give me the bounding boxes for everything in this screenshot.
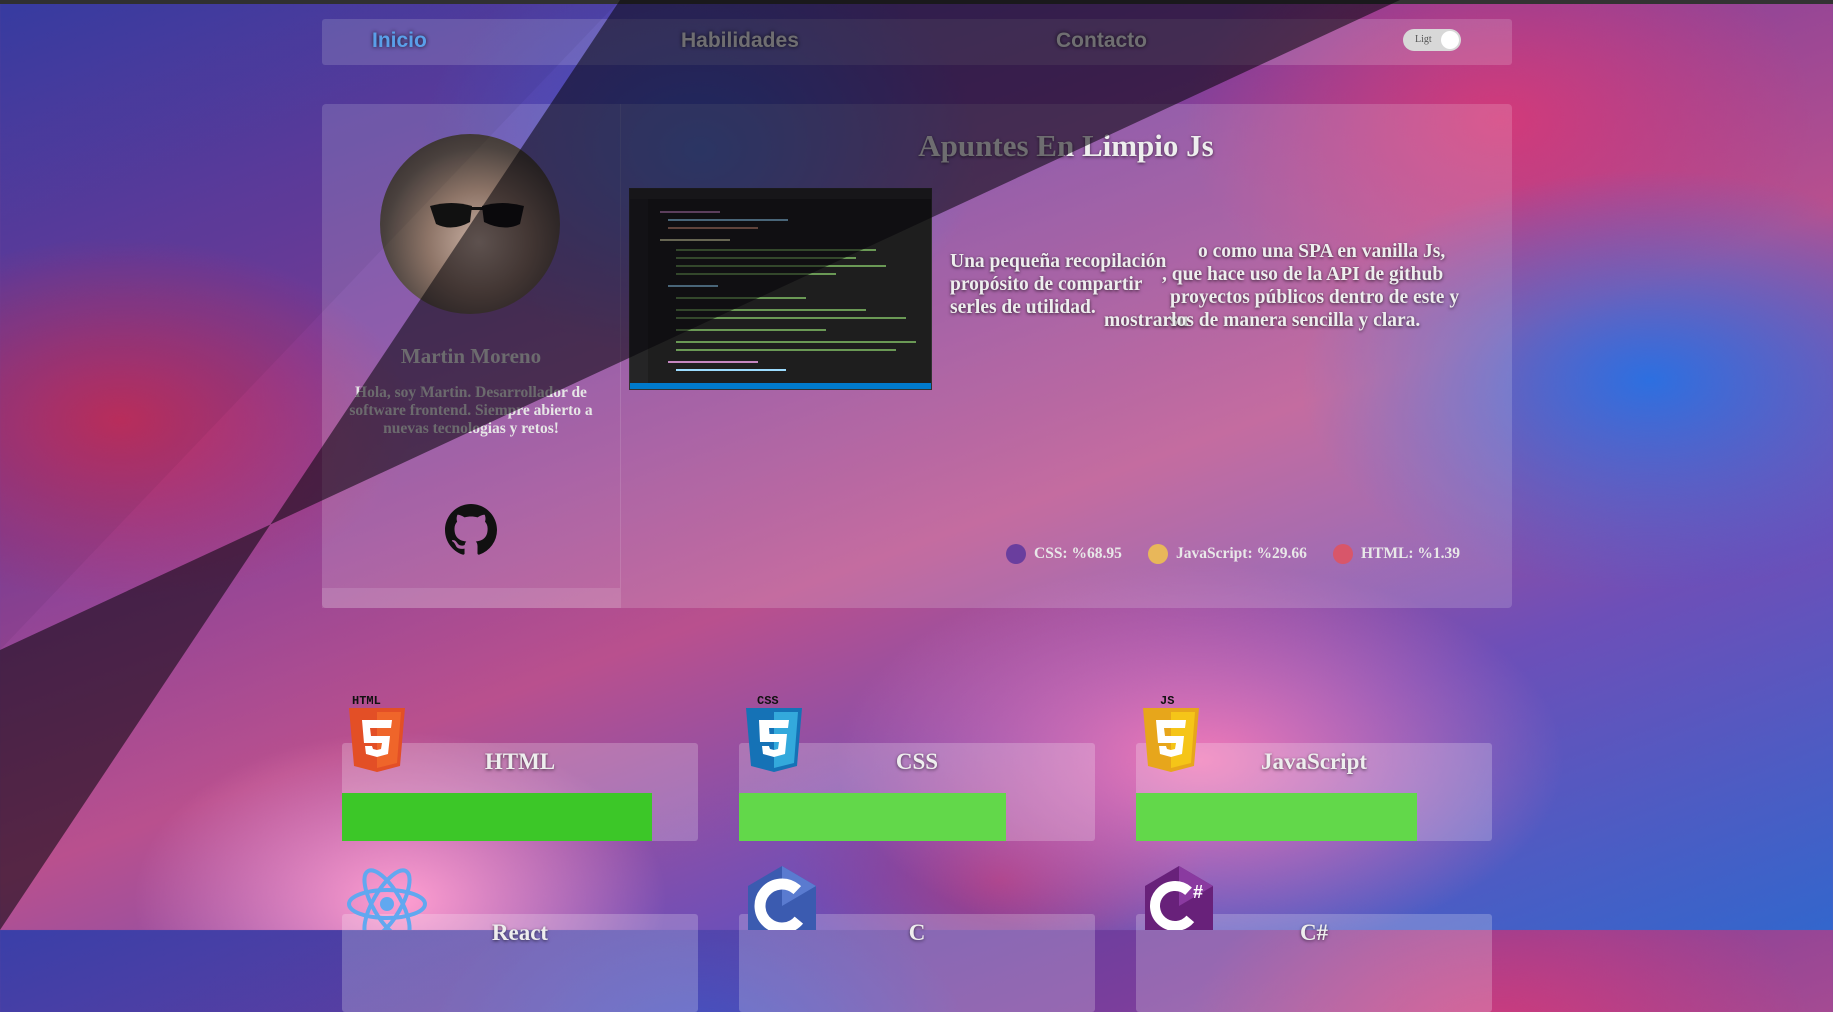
theme-toggle-knob	[1441, 31, 1459, 49]
editor-tab-bar	[630, 189, 931, 199]
language-dot-html	[1333, 544, 1353, 564]
nav-item-inicio[interactable]: Inicio	[372, 29, 427, 53]
code-line	[676, 369, 786, 371]
description-line: , que hace uso de la API de github	[1162, 264, 1444, 285]
language-javascript: JavaScript: %29.66	[1148, 544, 1307, 564]
css3-logo-text: CSS	[757, 694, 779, 708]
code-line	[676, 349, 896, 351]
code-line	[676, 249, 876, 251]
code-line	[676, 329, 826, 331]
language-stats: CSS: %68.95 JavaScript: %29.66 HTML: %1.…	[322, 544, 1512, 568]
project-title[interactable]: Apuntes En Limpio Js	[620, 128, 1512, 164]
svg-text:#: #	[1193, 882, 1203, 902]
html5-logo-text: HTML	[352, 694, 381, 708]
skill-level-bar	[739, 793, 1006, 841]
javascript-icon: JS	[1143, 694, 1199, 772]
code-line	[668, 361, 758, 363]
code-line	[668, 219, 788, 221]
description-line: propósito de compartir	[950, 274, 1143, 295]
html5-icon: HTML	[349, 694, 405, 772]
language-html: HTML: %1.39	[1333, 544, 1460, 564]
nav-item-contacto[interactable]: Contacto	[1056, 29, 1147, 53]
project-card: Martin Moreno Hola, soy Martin. Desarrol…	[322, 104, 1512, 608]
code-line	[668, 227, 758, 229]
project-description: Una pequeña recopilación propósito de co…	[950, 240, 1470, 332]
editor-status-bar	[630, 383, 931, 389]
editor-gutter	[630, 199, 648, 383]
language-label: CSS: %68.95	[1034, 545, 1122, 562]
language-css: CSS: %68.95	[1006, 544, 1122, 564]
theme-toggle-label: Ligt	[1415, 34, 1432, 45]
code-line	[660, 211, 720, 213]
profile-bio: Hola, soy Martin. Desarrollador de softw…	[349, 384, 593, 437]
code-line	[660, 239, 730, 241]
profile-footer-bar	[322, 588, 620, 608]
description-line: mostrarlos de manera sencilla y clara.	[1104, 310, 1421, 331]
code-line	[668, 285, 718, 287]
profile-name: Martin Moreno	[400, 344, 542, 368]
code-line	[676, 341, 916, 343]
csharp-icon: #	[1145, 866, 1213, 930]
code-line	[676, 309, 866, 311]
nav-item-habilidades[interactable]: Habilidades	[681, 29, 799, 53]
project-screenshot[interactable]	[629, 188, 932, 390]
javascript-logo-text: JS	[1160, 694, 1174, 708]
css3-icon: CSS	[746, 694, 802, 772]
avatar-photo	[430, 203, 524, 228]
window-top-border	[0, 0, 1833, 4]
code-line	[676, 257, 856, 259]
description-line: Una pequeña recopilación	[950, 251, 1167, 272]
c-icon	[748, 866, 816, 930]
code-line	[676, 297, 806, 299]
code-line	[676, 273, 836, 275]
skill-level-bar	[1136, 793, 1417, 841]
language-dot-css	[1006, 544, 1026, 564]
navbar: Inicio Habilidades Contacto Ligt	[322, 19, 1512, 65]
theme-toggle[interactable]: Ligt	[1403, 29, 1461, 51]
code-line	[676, 265, 886, 267]
language-label: HTML: %1.39	[1361, 545, 1461, 562]
profile-panel: Martin Moreno Hola, soy Martin. Desarrol…	[322, 104, 621, 608]
skill-level-bar	[342, 793, 652, 841]
description-line: o como una SPA en vanilla Js,	[1198, 241, 1446, 262]
language-dot-javascript	[1148, 544, 1168, 564]
avatar	[380, 134, 560, 314]
react-icon	[347, 868, 427, 930]
language-label: JavaScript: %29.66	[1176, 545, 1307, 562]
code-line	[676, 317, 906, 319]
description-line: serles de utilidad.	[950, 297, 1096, 318]
